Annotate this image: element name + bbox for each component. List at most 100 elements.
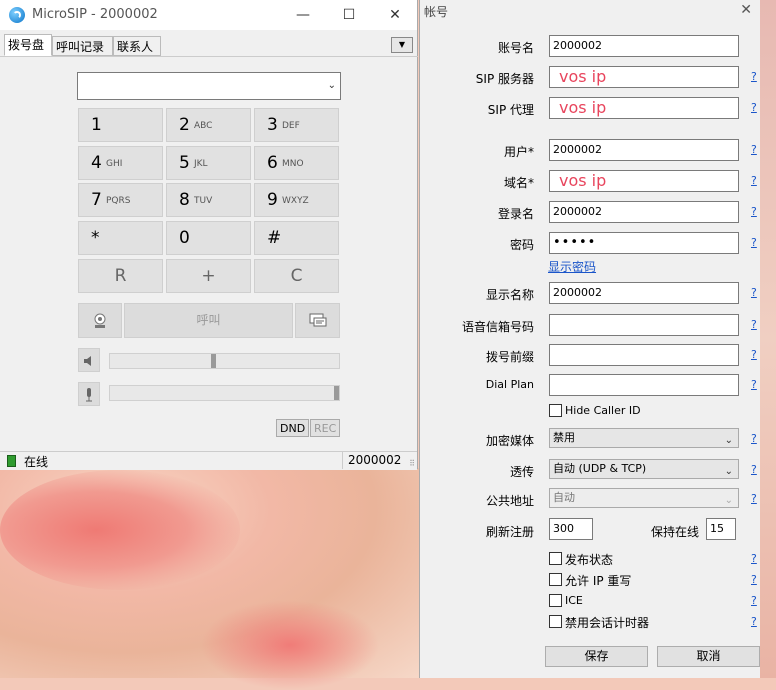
status-number: 2000002 <box>342 452 401 469</box>
key-hash[interactable]: # <box>254 221 339 255</box>
transport-help-link[interactable]: ? <box>751 463 757 476</box>
login-field[interactable]: 2000002 <box>549 201 739 223</box>
microphone-volume-slider[interactable] <box>109 385 340 401</box>
microphone-button[interactable] <box>78 382 100 406</box>
close-button[interactable]: ✕ <box>372 0 418 30</box>
ice-checkbox[interactable] <box>549 594 562 607</box>
user-help-link[interactable]: ? <box>751 143 757 156</box>
cancel-button[interactable]: 取消 <box>657 646 760 667</box>
key-4[interactable]: 4 GHI <box>78 146 163 180</box>
key-digit: 6 <box>267 153 278 173</box>
encryption-help-link[interactable]: ? <box>751 432 757 445</box>
chevron-down-icon[interactable]: ⌄ <box>725 463 733 481</box>
transport-select[interactable]: 自动 (UDP & TCP) ⌄ <box>549 459 739 479</box>
account-dialog: 帐号 ✕ 账号名 2000002 SIP 服务器 vos ip ? SIP 代理… <box>419 0 760 678</box>
sip-proxy-help-link[interactable]: ? <box>751 101 757 114</box>
call-button[interactable]: 呼叫 <box>124 303 293 338</box>
key-letters: TUV <box>194 196 213 206</box>
dnd-button[interactable]: DND <box>276 419 310 437</box>
clear-button[interactable]: C <box>254 259 339 293</box>
resize-grip-icon[interactable]: ⠿ <box>409 459 415 468</box>
allow-ip-rewrite-checkbox[interactable] <box>549 573 562 586</box>
encryption-select[interactable]: 禁用 ⌄ <box>549 428 739 448</box>
account-name-label: 账号名 <box>497 41 534 55</box>
chevron-down-icon[interactable]: ⌄ <box>328 80 336 91</box>
maximize-button[interactable]: ☐ <box>326 0 372 30</box>
slider-thumb[interactable] <box>211 354 216 368</box>
key-6[interactable]: 6 MNO <box>254 146 339 180</box>
domain-field[interactable]: vos ip <box>549 170 739 192</box>
speaker-button[interactable] <box>78 348 100 372</box>
dial-plan-help-link[interactable]: ? <box>751 378 757 391</box>
key-letters: ABC <box>194 121 213 131</box>
domain-help-link[interactable]: ? <box>751 174 757 187</box>
key-0[interactable]: 0 <box>166 221 251 255</box>
minimize-button[interactable]: — <box>280 0 326 30</box>
message-button[interactable] <box>295 303 340 338</box>
hide-caller-id-checkbox[interactable] <box>549 404 562 417</box>
sip-server-field[interactable]: vos ip <box>549 66 739 88</box>
password-help-link[interactable]: ? <box>751 236 757 249</box>
dial-number-input[interactable]: ⌄ <box>77 72 341 100</box>
key-8[interactable]: 8 TUV <box>166 183 251 217</box>
login-help-link[interactable]: ? <box>751 205 757 218</box>
key-letters: GHI <box>106 159 123 169</box>
dial-prefix-help-link[interactable]: ? <box>751 348 757 361</box>
disable-session-timer-help-link[interactable]: ? <box>751 615 757 628</box>
sip-proxy-field[interactable]: vos ip <box>549 97 739 119</box>
key-5[interactable]: 5 JKL <box>166 146 251 180</box>
speaker-volume-slider[interactable] <box>109 353 340 369</box>
plus-button[interactable]: + <box>166 259 251 293</box>
public-address-help-link[interactable]: ? <box>751 492 757 505</box>
key-7[interactable]: 7 PQRS <box>78 183 163 217</box>
tab-dialpad[interactable]: 拨号盘 <box>4 34 52 56</box>
dial-plan-field[interactable] <box>549 374 739 396</box>
key-digit: + <box>201 266 216 286</box>
disable-session-timer-checkbox[interactable] <box>549 615 562 628</box>
chevron-down-icon[interactable]: ⌄ <box>725 432 733 450</box>
password-field[interactable]: ••••• <box>549 232 739 254</box>
dial-plan-label: Dial Plan <box>485 378 534 391</box>
dial-prefix-field[interactable] <box>549 344 739 366</box>
key-letters: DEF <box>282 121 300 131</box>
sip-server-help-link[interactable]: ? <box>751 70 757 83</box>
keep-alive-field[interactable]: 15 <box>706 518 736 540</box>
voicemail-field[interactable] <box>549 314 739 336</box>
keep-alive-label: 保持在线 <box>651 525 700 539</box>
save-button[interactable]: 保存 <box>545 646 648 667</box>
key-digit: 9 <box>267 190 278 210</box>
key-2[interactable]: 2 ABC <box>166 108 251 142</box>
display-name-help-link[interactable]: ? <box>751 286 757 299</box>
rec-button[interactable]: REC <box>310 419 341 437</box>
allow-ip-rewrite-help-link[interactable]: ? <box>751 573 757 586</box>
close-icon[interactable]: ✕ <box>740 2 752 18</box>
key-digit: R <box>114 266 127 286</box>
key-digit: 3 <box>267 115 278 135</box>
register-refresh-field[interactable]: 300 <box>549 518 593 540</box>
key-digit: 4 <box>91 153 102 173</box>
ice-help-link[interactable]: ? <box>751 594 757 607</box>
tab-contacts[interactable]: 联系人 <box>113 36 161 56</box>
user-field[interactable]: 2000002 <box>549 139 739 161</box>
tab-call-history[interactable]: 呼叫记录 <box>52 36 113 56</box>
publish-presence-help-link[interactable]: ? <box>751 552 757 565</box>
public-address-select[interactable]: 自动 ⌄ <box>549 488 739 508</box>
speaker-icon <box>84 356 91 366</box>
publish-presence-checkbox[interactable] <box>549 552 562 565</box>
voicemail-help-link[interactable]: ? <box>751 318 757 331</box>
tab-menu-button[interactable]: ▼ <box>391 37 413 53</box>
display-name-field[interactable]: 2000002 <box>549 282 739 304</box>
display-name-label: 显示名称 <box>485 288 534 302</box>
redial-button[interactable]: R <box>78 259 163 293</box>
chevron-down-icon[interactable]: ⌄ <box>725 492 733 510</box>
microsip-window: MicroSIP - 2000002 — ☐ ✕ 拨号盘 呼叫记录 联系人 ▼ … <box>0 0 418 470</box>
slider-thumb[interactable] <box>334 386 339 400</box>
video-call-button[interactable] <box>78 303 122 338</box>
key-digit: * <box>91 228 100 248</box>
show-password-link[interactable]: 显示密码 <box>548 258 596 275</box>
key-star[interactable]: * <box>78 221 163 255</box>
key-1[interactable]: 1 <box>78 108 163 142</box>
key-9[interactable]: 9 WXYZ <box>254 183 339 217</box>
account-name-field[interactable]: 2000002 <box>549 35 739 57</box>
key-3[interactable]: 3 DEF <box>254 108 339 142</box>
